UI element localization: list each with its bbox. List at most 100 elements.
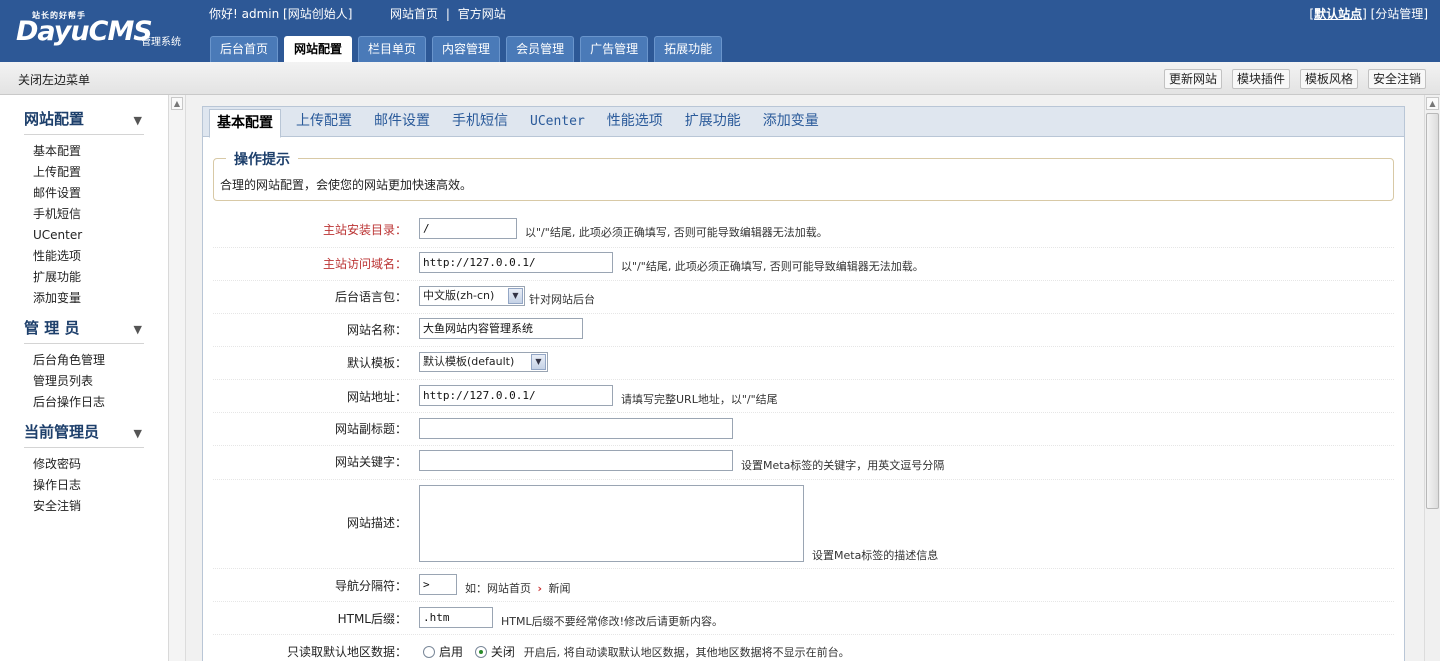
nav-tab-members[interactable]: 会员管理 [506,36,575,62]
sidebar-item-admin-log[interactable]: 后台操作日志 [24,392,144,413]
field-label: 主站访问域名： [322,257,407,271]
field-hint: 请填写完整URL地址，以"/"结尾 [621,393,778,406]
logo-wordmark: DayuCMS [16,16,153,47]
language-select[interactable]: 中文版(zh-cn) ▼ [419,286,525,306]
sidebar-group-title[interactable]: 当前管理员 ▼ [24,417,144,448]
field-label: 只读取默认地区数据： [286,645,407,659]
sidebar-item-logout[interactable]: 安全注销 [24,496,144,517]
nav-tab-columns[interactable]: 栏目单页 [358,36,427,62]
top-header: 站长的好帮手 DayuCMS 管理系统 你好! admin [网站创始人] 网站… [0,0,1440,62]
sidebar-scrollbar[interactable]: ▲ [169,95,186,661]
tab-ucenter[interactable]: UCenter [523,107,592,137]
sidebar-item-ucenter[interactable]: UCenter [24,225,144,246]
sidebar-group-admins: 管 理 员 ▼ 后台角色管理 管理员列表 后台操作日志 [24,313,144,413]
hint-text: 如：网站首页 [465,582,531,595]
update-site-button[interactable]: 更新网站 [1163,69,1222,89]
link-official-site[interactable]: 官方网站 [458,7,506,21]
scrollbar-thumb[interactable] [1426,113,1439,509]
left-sidebar: 网站配置 ▼ 基本配置 上传配置 邮件设置 手机短信 UCenter 性能选项 扩… [0,95,169,661]
config-form: 主站安装目录： / 以"/"结尾, 此项必须正确填写, 否则可能导致编辑器无法加… [213,215,1394,661]
hint-text: 新闻 [548,582,571,595]
sidebar-group-title[interactable]: 网站配置 ▼ [24,104,144,135]
field-label: 网站副标题： [334,422,407,436]
nav-separator-input[interactable]: > [419,574,457,595]
sidebar-item-change-password[interactable]: 修改密码 [24,454,144,475]
current-site-link[interactable]: 默认站点 [1314,7,1362,21]
top-links: 网站首页 | 官方网站 [390,5,506,22]
radio-enable[interactable] [423,646,435,658]
subtitle-input[interactable] [419,418,733,439]
form-row-site-name: 网站名称： 大鱼网站内容管理系统 [213,314,1394,347]
tab-extensions[interactable]: 扩展功能 [678,107,748,137]
chevron-right-icon: › [537,582,543,595]
tab-performance[interactable]: 性能选项 [600,107,670,137]
field-label: 网站地址： [346,390,407,404]
scroll-up-icon[interactable]: ▲ [171,97,183,110]
install-dir-input[interactable]: / [419,218,517,239]
form-row-nav-separator: 导航分隔符： > 如：网站首页 › 新闻 [213,569,1394,602]
field-label: 网站名称： [346,323,407,337]
field-label: 主站安装目录： [322,223,407,237]
chevron-down-icon[interactable]: ▼ [531,354,546,370]
template-select[interactable]: 默认模板(default) ▼ [419,352,548,372]
site-url-input[interactable]: http://127.0.0.1/ [419,385,613,406]
collapse-arrow-icon[interactable]: ▼ [134,105,142,136]
field-hint: 设置Meta标签的关键字，用英文逗号分隔 [741,459,945,472]
sidebar-item-performance[interactable]: 性能选项 [24,246,144,267]
sidebar-item-sms[interactable]: 手机短信 [24,204,144,225]
sidebar-item-basic[interactable]: 基本配置 [24,141,144,162]
form-row-domain: 主站访问域名： http://127.0.0.1/ 以"/"结尾, 此项必须正确… [213,248,1394,281]
site-name-input[interactable]: 大鱼网站内容管理系统 [419,318,583,339]
toolbar: 关闭左边菜单 更新网站 模块插件 模板风格 安全注销 [0,62,1440,95]
field-label: 网站描述： [346,516,407,530]
nav-tab-extensions[interactable]: 拓展功能 [654,36,723,62]
sidebar-item-upload[interactable]: 上传配置 [24,162,144,183]
html-ext-input[interactable]: .htm [419,607,493,628]
field-hint: HTML后缀不要经常修改!修改后请更新内容。 [501,615,724,628]
radio-label[interactable]: 关闭 [491,645,515,659]
close-left-menu-link[interactable]: 关闭左边菜单 [18,71,90,88]
bracket: ] [ [1362,7,1376,21]
sidebar-item-admin-list[interactable]: 管理员列表 [24,371,144,392]
radio-label[interactable]: 启用 [439,645,463,659]
tab-variables[interactable]: 添加变量 [756,107,826,137]
nav-tab-content[interactable]: 内容管理 [432,36,501,62]
collapse-arrow-icon[interactable]: ▼ [134,314,142,345]
site-manage-link[interactable]: 分站管理 [1375,7,1423,21]
radio-disable[interactable] [474,646,487,658]
chevron-down-icon[interactable]: ▼ [508,288,523,304]
main-scrollbar[interactable]: ▲ [1424,95,1440,661]
sidebar-item-roles[interactable]: 后台角色管理 [24,350,144,371]
field-hint: 以"/"结尾, 此项必须正确填写, 否则可能导致编辑器无法加载。 [621,260,924,273]
tab-basic[interactable]: 基本配置 [209,109,281,138]
scroll-up-icon[interactable]: ▲ [1426,97,1439,110]
tab-sms[interactable]: 手机短信 [445,107,515,137]
description-textarea[interactable] [419,485,804,562]
nav-tab-ads[interactable]: 广告管理 [580,36,649,62]
select-value: 中文版(zh-cn) [423,289,495,302]
sidebar-item-mail[interactable]: 邮件设置 [24,183,144,204]
collapse-arrow-icon[interactable]: ▼ [134,418,142,449]
field-hint: 设置Meta标签的描述信息 [812,549,939,562]
link-site-home[interactable]: 网站首页 [390,7,438,21]
module-plugins-button[interactable]: 模块插件 [1231,69,1290,89]
field-label: 后台语言包： [334,290,407,304]
config-tabs: 基本配置 上传配置 邮件设置 手机短信 UCenter 性能选项 扩展功能 添加… [203,107,1404,138]
tab-upload[interactable]: 上传配置 [289,107,359,137]
sidebar-item-activity-log[interactable]: 操作日志 [24,475,144,496]
tab-mail[interactable]: 邮件设置 [367,107,437,137]
form-row-html-ext: HTML后缀： .htm HTML后缀不要经常修改!修改后请更新内容。 [213,602,1394,635]
nav-tab-dashboard[interactable]: 后台首页 [210,36,279,62]
nav-tab-site-config[interactable]: 网站配置 [284,36,353,62]
form-row-language: 后台语言包： 中文版(zh-cn) ▼ 针对网站后台 [213,281,1394,314]
logout-button[interactable]: 安全注销 [1367,69,1426,89]
template-style-button[interactable]: 模板风格 [1299,69,1358,89]
field-hint: 针对网站后台 [529,293,595,306]
keywords-input[interactable] [419,450,733,471]
select-value: 默认模板(default) [423,355,515,368]
sidebar-group-title[interactable]: 管 理 员 ▼ [24,313,144,344]
sidebar-item-extensions[interactable]: 扩展功能 [24,267,144,288]
sidebar-group-label: 网站配置 [24,110,85,128]
domain-input[interactable]: http://127.0.0.1/ [419,252,613,273]
sidebar-item-variables[interactable]: 添加变量 [24,288,144,309]
